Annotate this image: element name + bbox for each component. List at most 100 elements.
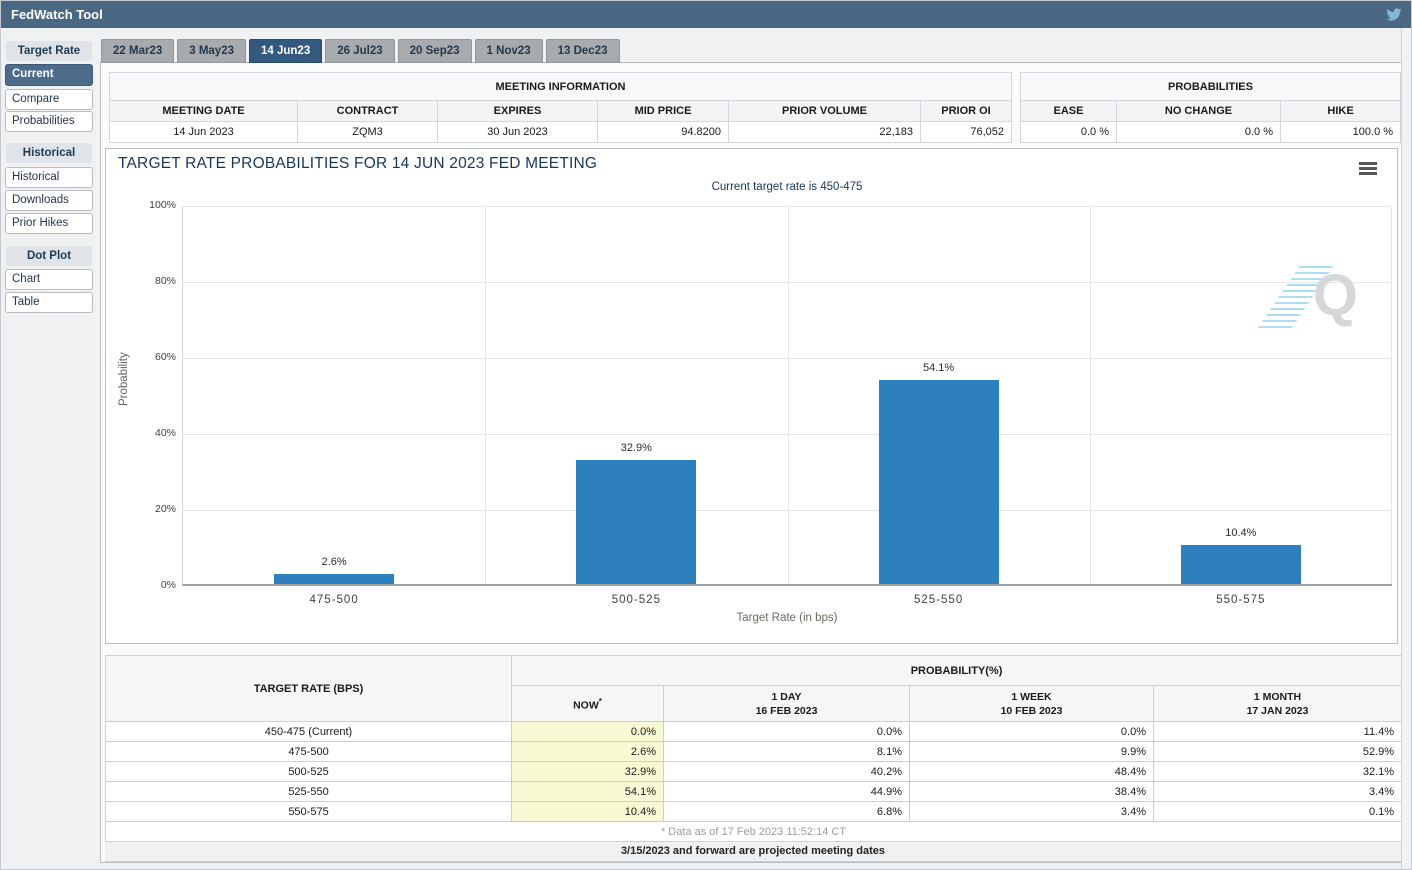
hamburger-menu-icon[interactable] bbox=[1359, 162, 1377, 177]
bar-500-525[interactable] bbox=[576, 460, 696, 584]
table-row: 475-500 2.6% 8.1% 9.9% 52.9% bbox=[106, 742, 1402, 762]
col-hike: HIKE bbox=[1281, 101, 1401, 122]
ytick-100: 100% bbox=[124, 199, 176, 211]
bar-value-label: 2.6% bbox=[322, 556, 347, 568]
sidebar-item-current[interactable]: Current bbox=[5, 64, 93, 86]
bar-group-500-525: 32.9% bbox=[576, 206, 696, 584]
tab-3may23[interactable]: 3 May23 bbox=[177, 39, 246, 63]
col-ease: EASE bbox=[1021, 101, 1117, 122]
tab-13dec23[interactable]: 13 Dec23 bbox=[546, 39, 620, 63]
col-meeting-date: MEETING DATE bbox=[110, 101, 298, 122]
week-date: 10 FEB 2023 bbox=[910, 704, 1153, 718]
week-value: 3.4% bbox=[910, 802, 1154, 822]
ease-value: 0.0 % bbox=[1021, 122, 1117, 143]
x-axis-label: Target Rate (in bps) bbox=[182, 612, 1392, 624]
now-value: 2.6% bbox=[512, 742, 664, 762]
sidebar-item-historical[interactable]: Historical bbox=[5, 167, 93, 188]
ytick-0: 0% bbox=[124, 579, 176, 591]
day-value: 0.0% bbox=[664, 722, 910, 742]
sidebar-item-table[interactable]: Table bbox=[5, 292, 93, 313]
gridline-v bbox=[1090, 206, 1091, 584]
sidebar-header-dot-plot: Dot Plot bbox=[6, 246, 92, 266]
xtick-500-525: 500-525 bbox=[576, 594, 696, 606]
sidebar-item-compare[interactable]: Compare bbox=[5, 89, 93, 110]
day-value: 8.1% bbox=[664, 742, 910, 762]
month-date: 17 JAN 2023 bbox=[1154, 704, 1401, 718]
meeting-date-value: 14 Jun 2023 bbox=[110, 122, 298, 143]
sidebar-item-probabilities[interactable]: Probabilities bbox=[5, 111, 93, 132]
table-row: 550-575 10.4% 6.8% 3.4% 0.1% bbox=[106, 802, 1402, 822]
day-label: 1 DAY bbox=[664, 690, 909, 704]
gridline-v bbox=[485, 206, 486, 584]
hike-value: 100.0 % bbox=[1281, 122, 1401, 143]
tab-14jun23[interactable]: 14 Jun23 bbox=[249, 39, 322, 63]
month-value: 52.9% bbox=[1154, 742, 1402, 762]
fedwatch-tool-page: FedWatch Tool Target Rate Current Compar… bbox=[0, 0, 1412, 870]
probabilities-summary-table: PROBABILITIES EASE NO CHANGE HIKE 0.0 % … bbox=[1020, 72, 1401, 143]
bar-475-500[interactable] bbox=[274, 574, 394, 584]
col-no-change: NO CHANGE bbox=[1117, 101, 1281, 122]
probabilities-title: PROBABILITIES bbox=[1021, 73, 1401, 101]
rate-label: 450-475 (Current) bbox=[106, 722, 512, 742]
col-header-now: NOW* bbox=[512, 686, 664, 722]
month-value: 0.1% bbox=[1154, 802, 1402, 822]
bar-group-550-575: 10.4% bbox=[1181, 206, 1301, 584]
month-value: 3.4% bbox=[1154, 782, 1402, 802]
now-value: 54.1% bbox=[512, 782, 664, 802]
sidebar-header-historical: Historical bbox=[6, 143, 92, 163]
xtick-475-500: 475-500 bbox=[274, 594, 394, 606]
sidebar-item-prior-hikes[interactable]: Prior Hikes bbox=[5, 213, 93, 234]
no-change-value: 0.0 % bbox=[1117, 122, 1281, 143]
bar-group-475-500: 2.6% bbox=[274, 206, 394, 584]
rate-label: 525-550 bbox=[106, 782, 512, 802]
table-row: 500-525 32.9% 40.2% 48.4% 32.1% bbox=[106, 762, 1402, 782]
projected-dates-note: 3/15/2023 and forward are projected meet… bbox=[105, 842, 1401, 862]
col-header-1day: 1 DAY16 FEB 2023 bbox=[664, 686, 910, 722]
col-mid-price: MID PRICE bbox=[598, 101, 729, 122]
sidebar-item-downloads[interactable]: Downloads bbox=[5, 190, 93, 211]
twitter-icon[interactable] bbox=[1385, 7, 1403, 22]
top-bar: FedWatch Tool bbox=[1, 1, 1412, 28]
watermark-q: Q bbox=[1313, 264, 1358, 328]
day-value: 44.9% bbox=[664, 782, 910, 802]
now-label: NOW bbox=[573, 699, 599, 711]
now-value: 10.4% bbox=[512, 802, 664, 822]
tab-1nov23[interactable]: 1 Nov23 bbox=[475, 39, 543, 63]
col-expires: EXPIRES bbox=[438, 101, 598, 122]
now-value: 32.9% bbox=[512, 762, 664, 782]
rate-label: 475-500 bbox=[106, 742, 512, 762]
tab-26jul23[interactable]: 26 Jul23 bbox=[325, 39, 394, 63]
tab-20sep23[interactable]: 20 Sep23 bbox=[398, 39, 472, 63]
ytick-60: 60% bbox=[124, 351, 176, 363]
scrollbar-track[interactable] bbox=[1401, 28, 1411, 870]
y-axis-label: Probability bbox=[118, 374, 130, 406]
contract-value: ZQM3 bbox=[298, 122, 438, 143]
meeting-tabs: 22 Mar23 3 May23 14 Jun23 26 Jul23 20 Se… bbox=[101, 39, 620, 63]
xtick-525-550: 525-550 bbox=[879, 594, 999, 606]
bar-group-525-550: 54.1% bbox=[879, 206, 999, 584]
data-as-of-footnote: * Data as of 17 Feb 2023 11:52:14 CT bbox=[106, 822, 1402, 842]
plot-area: Q 2.6% 32.9% 54.1% 10.4% 475-500 500-525… bbox=[182, 206, 1392, 586]
ytick-20: 20% bbox=[124, 503, 176, 515]
week-value: 38.4% bbox=[910, 782, 1154, 802]
sidebar-item-chart[interactable]: Chart bbox=[5, 269, 93, 290]
bar-value-label: 10.4% bbox=[1225, 527, 1256, 539]
tab-22mar23[interactable]: 22 Mar23 bbox=[101, 39, 174, 63]
month-value: 11.4% bbox=[1154, 722, 1402, 742]
col-header-1month: 1 MONTH17 JAN 2023 bbox=[1154, 686, 1402, 722]
chart-subtitle: Current target rate is 450-475 bbox=[182, 181, 1392, 193]
chart-title: TARGET RATE PROBABILITIES FOR 14 JUN 202… bbox=[118, 155, 597, 173]
meeting-information-table: MEETING INFORMATION MEETING DATE CONTRAC… bbox=[109, 72, 1012, 143]
bar-525-550[interactable] bbox=[879, 380, 999, 584]
table-row: 450-475 (Current) 0.0% 0.0% 0.0% 11.4% bbox=[106, 722, 1402, 742]
target-rate-chart-panel: TARGET RATE PROBABILITIES FOR 14 JUN 202… bbox=[105, 148, 1398, 644]
prior-oi-value: 76,052 bbox=[921, 122, 1012, 143]
week-value: 9.9% bbox=[910, 742, 1154, 762]
meeting-information-title: MEETING INFORMATION bbox=[110, 73, 1012, 101]
app-title: FedWatch Tool bbox=[11, 7, 103, 22]
expires-value: 30 Jun 2023 bbox=[438, 122, 598, 143]
table-row: 525-550 54.1% 44.9% 38.4% 3.4% bbox=[106, 782, 1402, 802]
probability-detail-table: TARGET RATE (BPS) PROBABILITY(%) NOW* 1 … bbox=[105, 655, 1402, 842]
bar-550-575[interactable] bbox=[1181, 545, 1301, 584]
bar-value-label: 32.9% bbox=[621, 442, 652, 454]
